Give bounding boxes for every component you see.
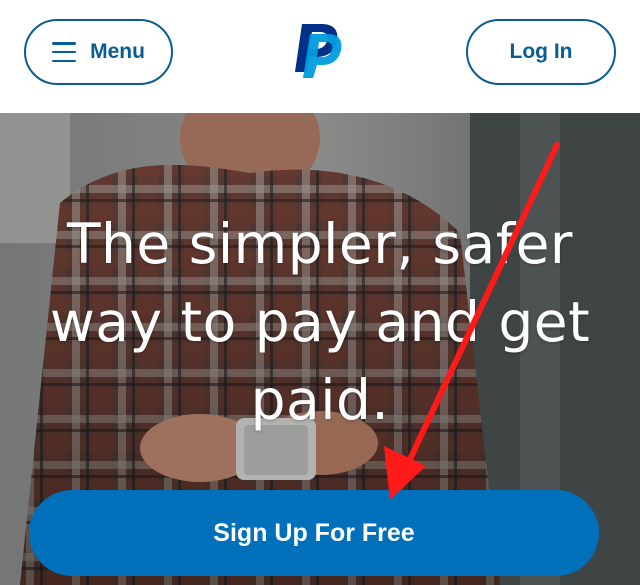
hero-section: The simpler, safer way to pay and get pa… (0, 113, 640, 585)
hamburger-icon (52, 42, 77, 62)
paypal-logo[interactable] (292, 20, 348, 78)
top-header: Menu Log In (0, 0, 640, 113)
hero-headline: The simpler, safer way to pay and get pa… (49, 212, 591, 432)
menu-button[interactable]: Menu (24, 19, 173, 85)
login-button[interactable]: Log In (466, 19, 616, 85)
signup-button[interactable]: Sign Up For Free (29, 490, 599, 576)
login-button-label: Log In (509, 40, 573, 63)
menu-button-label: Menu (90, 40, 145, 63)
signup-button-label: Sign Up For Free (213, 518, 415, 547)
